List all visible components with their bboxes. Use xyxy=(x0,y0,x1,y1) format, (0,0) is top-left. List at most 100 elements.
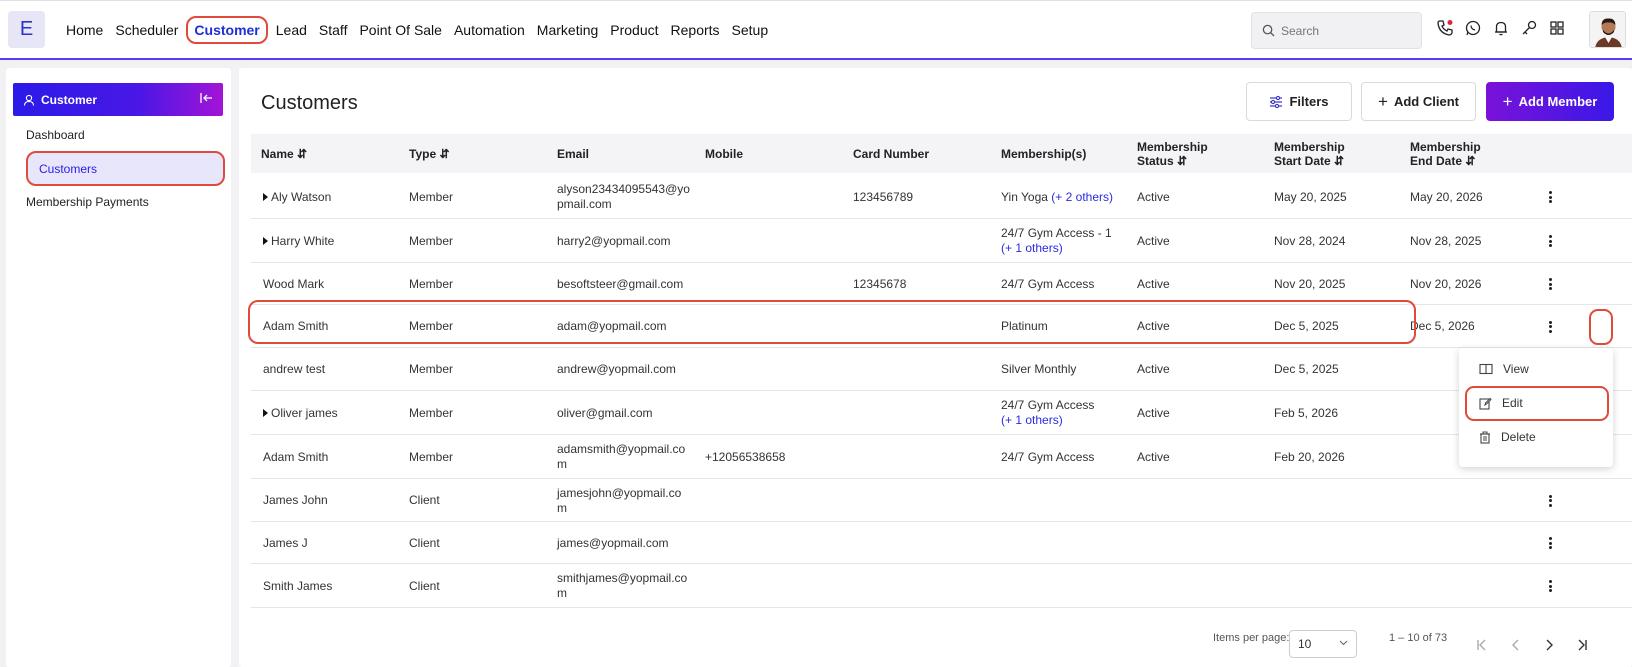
cell-email: harry2@yopmail.com xyxy=(557,233,671,248)
table-row[interactable]: Adam Smith Member adam@yopmail.com Platinum… xyxy=(251,305,1632,348)
top-bar: E Home Scheduler Customer Lead Staff Point Of… xyxy=(0,0,1632,60)
cell-email: smithjames@yopmail.co m xyxy=(557,571,688,600)
cell-email: adam@yopmail.com xyxy=(557,319,667,333)
expand-row-icon[interactable] xyxy=(263,192,268,201)
nav-item-home[interactable]: Home xyxy=(60,22,109,38)
cell-membership: 24/7 Gym Access xyxy=(1001,449,1095,464)
filters-icon xyxy=(1270,95,1283,108)
edit-icon xyxy=(1479,397,1492,410)
cell-status: Active xyxy=(1137,405,1170,420)
expand-row-icon[interactable] xyxy=(263,236,268,245)
nav-item-automation[interactable]: Automation xyxy=(448,22,531,38)
cell-type: Client xyxy=(409,493,440,507)
nav-item-product[interactable]: Product xyxy=(604,22,664,38)
col-end-header[interactable]: Membership End Date ⇵ xyxy=(1410,140,1481,168)
nav-item-setup[interactable]: Setup xyxy=(726,22,775,38)
cell-membership: 24/7 Gym Access xyxy=(1001,276,1095,291)
row-actions-icon[interactable] xyxy=(1545,535,1555,551)
more-memberships-link[interactable]: (+ 1 others) xyxy=(1001,413,1063,427)
row-actions-icon[interactable] xyxy=(1545,233,1555,249)
cell-end-date: Dec 5, 2026 xyxy=(1410,319,1475,333)
cell-start-date: Dec 5, 2025 xyxy=(1274,362,1339,376)
col-memberships-header: Membership(s) xyxy=(1001,147,1087,161)
table-row[interactable]: Adam Smith Member adamsmith@yopmail.co m +12… xyxy=(251,435,1632,479)
nav-item-reports[interactable]: Reports xyxy=(665,22,726,38)
row-actions-icon[interactable] xyxy=(1545,319,1555,335)
row-actions-icon[interactable] xyxy=(1545,276,1555,292)
sort-icon: ⇵ xyxy=(1334,154,1345,168)
nav-item-scheduler[interactable]: Scheduler xyxy=(109,22,184,38)
cell-start-date: Feb 20, 2026 xyxy=(1274,449,1345,464)
main-panel: Customers Filters + Add Client + Add Mem… xyxy=(239,68,1632,667)
col-type-header[interactable]: Type ⇵ xyxy=(409,147,450,161)
cell-end-date: Nov 20, 2026 xyxy=(1410,276,1482,291)
table-row[interactable]: James John Client jamesjohn@yopmail.co m xyxy=(251,479,1632,522)
menu-item-edit[interactable]: Edit xyxy=(1479,396,1523,410)
user-avatar[interactable] xyxy=(1589,11,1626,48)
expand-row-icon[interactable] xyxy=(263,408,268,417)
nav-item-staff[interactable]: Staff xyxy=(313,22,354,38)
phone-icon[interactable] xyxy=(1436,19,1454,39)
search-input[interactable] xyxy=(1281,23,1411,38)
table-row[interactable]: Aly Watson Member alyson23434095543@yo pmai… xyxy=(251,175,1632,219)
search-box[interactable] xyxy=(1251,12,1422,49)
collapse-sidebar-icon[interactable] xyxy=(199,91,213,105)
cell-type: Member xyxy=(409,405,454,420)
col-start-header[interactable]: Membership Start Date ⇵ xyxy=(1274,140,1345,168)
row-actions-icon[interactable] xyxy=(1545,493,1555,509)
cell-start-date: Nov 28, 2024 xyxy=(1274,233,1346,248)
items-per-page-select[interactable]: 10 xyxy=(1289,630,1357,658)
nav-item-customer[interactable]: Customer xyxy=(186,16,268,44)
last-page-icon[interactable] xyxy=(1574,637,1590,653)
menu-item-delete[interactable]: Delete xyxy=(1479,430,1536,444)
bell-icon[interactable] xyxy=(1492,19,1510,39)
nav-item-point-of-sale[interactable]: Point Of Sale xyxy=(353,22,448,38)
row-actions-icon[interactable] xyxy=(1545,578,1555,594)
key-icon[interactable] xyxy=(1520,19,1538,39)
items-per-page-label: Items per page: xyxy=(1213,632,1290,644)
cell-membership: 24/7 Gym Access (+ 1 others) xyxy=(1001,398,1095,427)
cell-name: Aly Watson xyxy=(263,190,331,205)
col-email-header: Email xyxy=(557,147,590,161)
nav-item-marketing[interactable]: Marketing xyxy=(531,22,604,38)
add-member-button[interactable]: + Add Member xyxy=(1486,82,1614,121)
col-card-header: Card Number xyxy=(853,147,930,161)
table-row[interactable]: Smith James Client smithjames@yopmail.co m xyxy=(251,564,1632,608)
next-page-icon[interactable] xyxy=(1541,637,1557,653)
row-actions-icon[interactable] xyxy=(1545,189,1555,205)
nav-item-lead[interactable]: Lead xyxy=(270,22,313,38)
menu-item-view[interactable]: View xyxy=(1479,362,1529,376)
table-row[interactable]: andrew test Member andrew@yopmail.com Silve… xyxy=(251,348,1632,391)
table-row[interactable]: James J Client james@yopmail.com xyxy=(251,522,1632,564)
more-memberships-link[interactable]: (+ 2 others) xyxy=(1051,190,1113,204)
cell-status: Active xyxy=(1137,189,1170,204)
col-name-header[interactable]: Name ⇵ xyxy=(261,147,307,161)
cell-email: oliver@gmail.com xyxy=(557,405,653,420)
whatsapp-icon[interactable] xyxy=(1464,19,1482,39)
sidebar-item-customers[interactable]: Customers xyxy=(26,151,225,186)
table-row[interactable]: Wood Mark Member besoftsteer@gmail.com 1234… xyxy=(251,263,1632,305)
sidebar-header: Customer xyxy=(13,83,223,116)
cell-name: Oliver james xyxy=(263,406,338,421)
app-logo[interactable]: E xyxy=(8,11,45,48)
chevron-down-icon xyxy=(1339,640,1348,646)
cell-type: Member xyxy=(409,189,454,204)
apps-grid-icon[interactable] xyxy=(1548,19,1566,39)
page-title: Customers xyxy=(261,92,358,114)
sort-icon: ⇵ xyxy=(1465,154,1476,168)
more-memberships-link[interactable]: (+ 1 others) xyxy=(1001,241,1063,255)
cell-name: Adam Smith xyxy=(263,319,329,333)
sidebar-item-dashboard[interactable]: Dashboard xyxy=(26,128,85,142)
table-row[interactable]: Harry White Member harry2@yopmail.com 24/7 … xyxy=(251,219,1632,263)
cell-start-date: May 20, 2025 xyxy=(1274,189,1347,204)
table-row[interactable]: Oliver james Member oliver@gmail.com 24/7 G… xyxy=(251,391,1632,435)
add-client-button[interactable]: + Add Client xyxy=(1361,82,1476,121)
search-icon xyxy=(1262,24,1275,37)
prev-page-icon[interactable] xyxy=(1508,637,1524,653)
first-page-icon[interactable] xyxy=(1474,637,1490,653)
sidebar-item-membership-payments[interactable]: Membership Payments xyxy=(26,195,149,209)
col-status-header[interactable]: Membership Status ⇵ xyxy=(1137,140,1208,168)
filters-button[interactable]: Filters xyxy=(1246,82,1352,121)
main-nav: Home Scheduler Customer Lead Staff Point Of S… xyxy=(60,1,774,59)
cell-type: Client xyxy=(409,535,440,550)
